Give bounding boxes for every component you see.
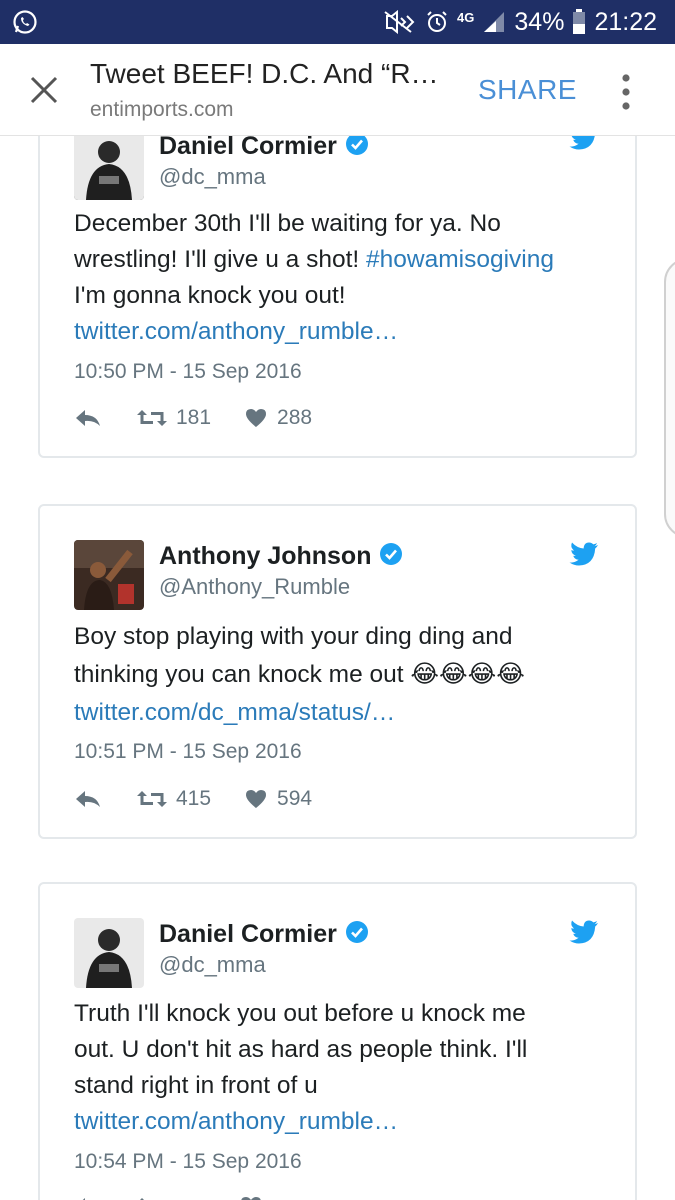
more-icon[interactable] xyxy=(614,72,638,112)
author-handle[interactable]: @dc_mma xyxy=(159,164,266,190)
tweet-text-line: stand right in front of u xyxy=(74,1072,318,1099)
tweet-actions xyxy=(74,1196,262,1200)
tweet-actions: 181 288 xyxy=(74,406,312,430)
tweet-card[interactable]: Daniel Cormier @dc_mma Truth I'll knock … xyxy=(38,882,637,1200)
avatar[interactable] xyxy=(74,918,144,988)
tweet-link[interactable]: twitter.com/anthony_rumble… xyxy=(74,1104,614,1140)
tweet-text-line: Truth I'll knock you out before u knock … xyxy=(74,1000,526,1027)
custom-tab-toolbar: Tweet BEEF! D.C. And “R… entimports.com … xyxy=(0,44,675,136)
status-icons: 4G 34% 21:22 xyxy=(383,0,657,44)
heart-icon xyxy=(246,409,267,427)
tweet-link[interactable]: twitter.com/anthony_rumble… xyxy=(74,314,614,350)
author-name[interactable]: Daniel Cormier xyxy=(159,132,369,161)
close-icon[interactable] xyxy=(26,72,62,108)
tweet-timestamp[interactable]: 10:51 PM - 15 Sep 2016 xyxy=(74,740,302,764)
mute-icon xyxy=(384,10,415,34)
retweet-count: 181 xyxy=(176,406,212,429)
tweet-text-line: December 30th I'll be waiting for ya. No xyxy=(74,210,501,237)
avatar[interactable] xyxy=(74,540,144,610)
tweet-text: Truth I'll knock you out before u knock … xyxy=(74,996,614,1140)
edge-panel-handle[interactable] xyxy=(664,258,675,538)
reply-icon[interactable] xyxy=(74,1196,102,1200)
retweet-count: 415 xyxy=(176,787,212,810)
tweet-link[interactable]: twitter.com/dc_mma/status/… xyxy=(74,694,614,732)
reply-icon[interactable] xyxy=(74,789,102,809)
tweet-text-line: wrestling! I'll give u a shot! #howamiso… xyxy=(74,246,554,273)
retweet-icon[interactable] xyxy=(136,1196,168,1200)
reply-icon[interactable] xyxy=(74,408,102,428)
status-bar: 4G 34% 21:22 xyxy=(0,0,675,44)
author-handle[interactable]: @dc_mma xyxy=(159,952,266,978)
twitter-bird-icon[interactable] xyxy=(569,542,599,568)
like-count: 594 xyxy=(277,787,313,810)
author-name[interactable]: Anthony Johnson xyxy=(159,542,403,571)
like-button[interactable]: 594 xyxy=(245,787,312,811)
tweet-text-line: I'm gonna knock you out! xyxy=(74,282,346,309)
heart-icon xyxy=(246,790,267,808)
retweet-icon xyxy=(137,410,167,426)
battery-icon xyxy=(573,9,586,34)
share-button[interactable]: SHARE xyxy=(478,74,577,106)
page-title: Tweet BEEF! D.C. And “R… xyxy=(90,58,439,89)
tweet-text-line: thinking you can knock me out 😂😂😂😂 xyxy=(74,661,525,688)
retweet-icon xyxy=(137,791,167,807)
tweet-text-line: out. U don't hit as hard as people think… xyxy=(74,1036,528,1063)
tweet-timestamp[interactable]: 10:54 PM - 15 Sep 2016 xyxy=(74,1150,302,1174)
verified-icon xyxy=(345,921,368,943)
tweet-text: Boy stop playing with your ding ding and… xyxy=(74,618,614,732)
network-type: 4G xyxy=(457,9,475,25)
whatsapp-icon xyxy=(13,10,37,34)
avatar[interactable] xyxy=(74,130,144,200)
author-name[interactable]: Daniel Cormier xyxy=(159,920,369,949)
alarm-icon xyxy=(427,11,447,32)
tweet-timestamp[interactable]: 10:50 PM - 15 Sep 2016 xyxy=(74,360,302,384)
tweet-card[interactable]: Anthony Johnson @Anthony_Rumble Boy stop… xyxy=(38,504,637,839)
clock: 21:22 xyxy=(594,7,657,36)
battery-percent: 34% xyxy=(514,7,565,36)
tweet-text-line: Boy stop playing with your ding ding and xyxy=(74,623,513,650)
verified-icon xyxy=(380,543,403,565)
retweet-button[interactable]: 181 xyxy=(136,406,211,430)
author-handle[interactable]: @Anthony_Rumble xyxy=(159,574,350,600)
hashtag-link[interactable]: #howamisogiving xyxy=(366,246,554,273)
twitter-bird-icon[interactable] xyxy=(569,920,599,946)
tweet-text: December 30th I'll be waiting for ya. No… xyxy=(74,206,614,350)
page-domain: entimports.com xyxy=(90,98,234,121)
signal-icon xyxy=(484,12,505,32)
like-button[interactable]: 288 xyxy=(245,406,312,430)
retweet-button[interactable]: 415 xyxy=(136,787,211,811)
laughing-emoji: 😂😂😂😂 xyxy=(410,661,525,688)
browser-screen: 4G 34% 21:22 Tweet BEEF! D.C. And “R… en… xyxy=(0,0,675,1200)
like-count: 288 xyxy=(277,406,313,429)
heart-icon[interactable] xyxy=(240,1196,262,1200)
tweet-card[interactable]: Daniel Cormier @dc_mma December 30th I'l… xyxy=(38,110,637,458)
tweet-actions: 415 594 xyxy=(74,787,312,811)
